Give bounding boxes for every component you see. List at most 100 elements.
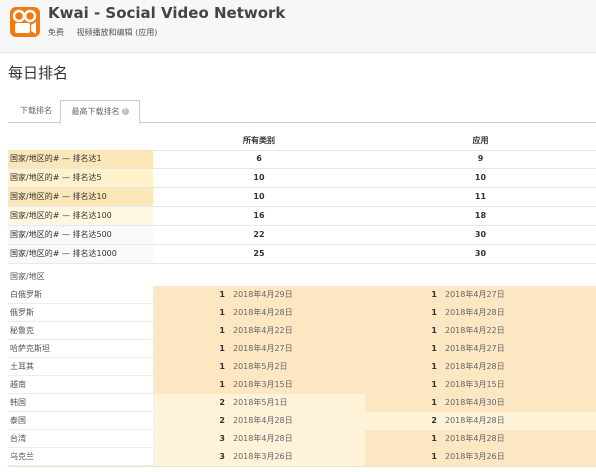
summary-all-value: 16 (253, 211, 265, 220)
rank-date: 2018年5月2日 (233, 362, 288, 371)
country-row[interactable]: 乌克兰 3 2018年3月26日 1 2018年3月26日 (8, 448, 596, 467)
rank-value: 1 (219, 344, 225, 353)
summary-app-value: 30 (474, 249, 487, 258)
summary-label: 国家/地区的# — 排名达100 (8, 207, 153, 225)
country-name[interactable]: 乌克兰 (8, 448, 153, 466)
country-name[interactable]: 秘鲁克 (8, 322, 153, 340)
rank-date: 2018年4月28日 (445, 308, 505, 317)
tab-bar: 下载排名 最高下载排名? (8, 100, 596, 124)
country-name[interactable]: 白俄罗斯 (8, 286, 153, 304)
all-categories-cell: 1 2018年5月2日 (153, 358, 365, 376)
summary-row: 国家/地区的# — 排名达500 22 30 (8, 226, 596, 245)
rank-value: 1 (431, 290, 437, 299)
summary-app-value: 9 (477, 154, 484, 163)
all-categories-cell: 3 2018年3月26日 (153, 448, 365, 466)
help-icon[interactable]: ? (121, 108, 129, 115)
all-categories-cell: 2 2018年5月1日 (153, 394, 365, 412)
country-row[interactable]: 韩国 2 2018年5月1日 1 2018年4月30日 (8, 394, 596, 413)
summary-row: 国家/地区的# — 排名达10 10 11 (8, 188, 596, 207)
country-row[interactable]: 秘鲁克 1 2018年4月22日 1 2018年4月22日 (8, 322, 596, 341)
rank-date: 2018年4月30日 (445, 398, 505, 407)
rank-date: 2018年4月29日 (233, 290, 293, 299)
country-row[interactable]: 越南 1 2018年3月15日 1 2018年3月15日 (8, 376, 596, 395)
rank-value: 1 (431, 344, 437, 353)
category-label[interactable]: 视频播放和编辑 (应用) (77, 28, 158, 37)
rank-date: 2018年4月28日 (445, 362, 505, 371)
rank-date: 2018年4月28日 (445, 434, 505, 443)
summary-app-value: 18 (474, 211, 487, 220)
apps-cell: 2 2018年4月28日 (365, 412, 596, 430)
summary-app-value: 10 (474, 173, 487, 182)
kwai-logo-icon (10, 7, 40, 37)
all-categories-cell: 1 2018年4月29日 (153, 286, 365, 304)
apps-cell: 1 2018年4月27日 (365, 286, 596, 304)
rank-value: 1 (219, 380, 225, 389)
rank-value: 1 (219, 362, 225, 371)
all-categories-cell: 1 2018年4月22日 (153, 322, 365, 340)
country-name[interactable]: 俄罗斯 (8, 304, 153, 322)
country-name[interactable]: 泰国 (8, 412, 153, 430)
rank-value: 1 (431, 308, 437, 317)
summary-label: 国家/地区的# — 排名达1000 (8, 245, 153, 263)
tab-top-download-rank[interactable]: 最高下载排名? (60, 100, 140, 124)
summary-row: 国家/地区的# — 排名达100 16 18 (8, 207, 596, 226)
country-row[interactable]: 白俄罗斯 1 2018年4月29日 1 2018年4月27日 (8, 286, 596, 305)
apps-cell: 1 2018年4月27日 (365, 340, 596, 358)
rank-date: 2018年4月28日 (445, 416, 505, 425)
country-row[interactable]: 台湾 3 2018年4月28日 1 2018年4月28日 (8, 430, 596, 449)
rank-value: 1 (219, 326, 225, 335)
tab-label: 最高下载排名 (71, 107, 120, 116)
summary-label: 国家/地区的# — 排名达5 (8, 169, 153, 187)
column-header-all-categories: 所有类别 (243, 136, 275, 145)
price-label: 免费 (48, 28, 64, 37)
country-row[interactable]: 哈萨克斯坦 1 2018年4月27日 1 2018年4月27日 (8, 340, 596, 359)
rank-date: 2018年5月1日 (233, 398, 288, 407)
summary-label: 国家/地区的# — 排名达1 (8, 150, 153, 168)
country-row[interactable]: 泰国 2 2018年4月28日 2 2018年4月28日 (8, 412, 596, 431)
rank-value: 1 (219, 290, 225, 299)
rank-value: 1 (431, 434, 437, 443)
apps-cell: 1 2018年4月28日 (365, 304, 596, 322)
rank-date: 2018年3月15日 (233, 380, 293, 389)
country-header-row: 国家/地区 (8, 268, 596, 286)
summary-app-value: 11 (474, 192, 487, 201)
apps-cell: 1 2018年4月30日 (365, 394, 596, 412)
rank-value: 1 (431, 452, 437, 461)
all-categories-cell: 1 2018年4月28日 (153, 304, 365, 322)
country-row[interactable]: 土耳其 1 2018年5月2日 1 2018年4月28日 (8, 358, 596, 377)
rank-date: 2018年3月26日 (445, 452, 505, 461)
summary-label: 国家/地区的# — 排名达500 (8, 226, 153, 244)
country-column-header: 国家/地区 (10, 272, 45, 281)
summary-all-value: 25 (253, 249, 265, 258)
rank-date: 2018年4月27日 (445, 344, 505, 353)
rank-value: 1 (219, 308, 225, 317)
rank-value: 2 (219, 398, 225, 407)
summary-all-value: 6 (256, 154, 262, 163)
summary-row: 国家/地区的# — 排名达5 10 10 (8, 169, 596, 188)
apps-cell: 1 2018年4月28日 (365, 430, 596, 448)
rank-date: 2018年4月28日 (233, 416, 293, 425)
app-meta: 免费 视频播放和编辑 (应用) (48, 27, 167, 38)
country-name[interactable]: 土耳其 (8, 358, 153, 376)
rank-value: 3 (219, 434, 225, 443)
country-name[interactable]: 韩国 (8, 394, 153, 412)
summary-row: 国家/地区的# — 排名达1000 25 30 (8, 245, 596, 264)
rank-value: 2 (219, 416, 225, 425)
rank-value: 1 (431, 380, 437, 389)
rank-value: 2 (431, 416, 437, 425)
summary-all-value: 10 (253, 173, 265, 182)
apps-cell: 1 2018年4月22日 (365, 322, 596, 340)
rank-date: 2018年4月22日 (233, 326, 293, 335)
rank-date: 2018年3月15日 (445, 380, 505, 389)
country-name[interactable]: 台湾 (8, 430, 153, 448)
all-categories-cell: 3 2018年4月28日 (153, 430, 365, 448)
country-row[interactable]: 俄罗斯 1 2018年4月28日 1 2018年4月28日 (8, 304, 596, 323)
summary-all-value: 22 (253, 230, 265, 239)
tab-download-rank[interactable]: 下载排名 (14, 100, 58, 122)
all-categories-cell: 1 2018年3月15日 (153, 376, 365, 394)
rank-value: 3 (219, 452, 225, 461)
rank-date: 2018年4月27日 (233, 344, 293, 353)
country-name[interactable]: 哈萨克斯坦 (8, 340, 153, 358)
all-categories-cell: 2 2018年4月28日 (153, 412, 365, 430)
country-name[interactable]: 越南 (8, 376, 153, 394)
